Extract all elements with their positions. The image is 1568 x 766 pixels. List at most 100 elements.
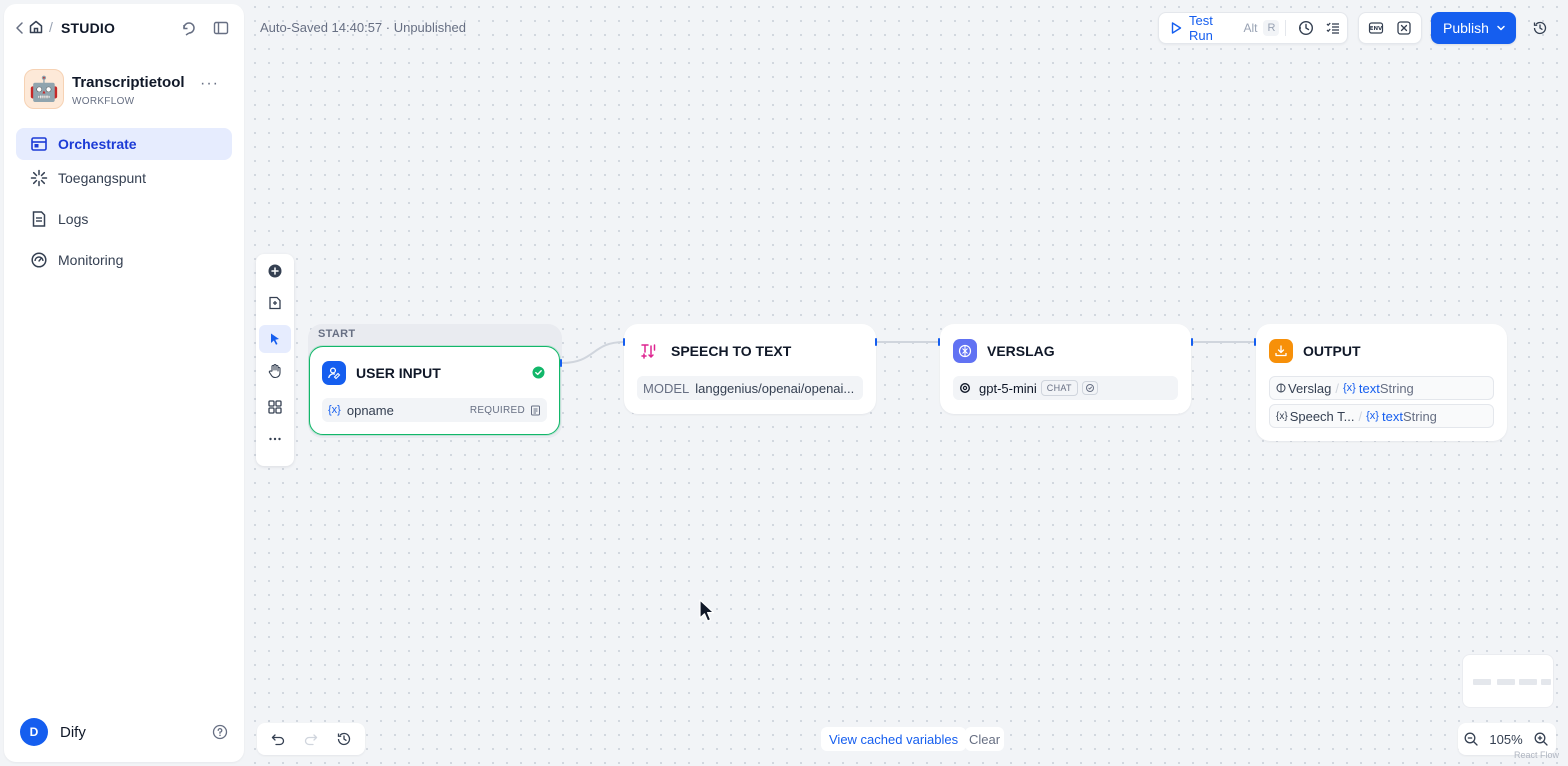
- model-label: MODEL: [643, 380, 690, 396]
- source-node-name: Verslag: [1288, 380, 1332, 396]
- start-group-label: START: [318, 328, 356, 340]
- input-handle[interactable]: [938, 338, 940, 346]
- app-type: WORKFLOW: [72, 96, 135, 107]
- user-input-node[interactable]: USER INPUT {x} opname REQUIRED: [309, 346, 560, 435]
- save-status: Auto-Saved 14:40:57 · Unpublished: [260, 20, 466, 35]
- node-title: OUTPUT: [1303, 343, 1361, 359]
- minimap-node: [1541, 679, 1551, 685]
- user-input-icon: [322, 361, 346, 385]
- shortcut-key: R: [1263, 20, 1280, 36]
- mode-tag: CHAT: [1040, 380, 1078, 396]
- variable-icon: {x}: [328, 404, 341, 416]
- output-handle[interactable]: [875, 338, 877, 346]
- edit-history-icon[interactable]: [328, 725, 361, 753]
- sidebar-item-logs[interactable]: Logs: [16, 203, 232, 235]
- variable-name: opname: [346, 402, 394, 418]
- llm-icon: [953, 339, 977, 363]
- document-icon: [531, 405, 540, 415]
- sidebar-item-monitoring[interactable]: Monitoring: [16, 244, 232, 276]
- breadcrumb-separator: /: [49, 19, 53, 35]
- input-variable-row[interactable]: {x} opname REQUIRED: [322, 398, 547, 422]
- node-title: VERSLAG: [987, 343, 1055, 359]
- required-label: REQUIRED: [469, 404, 525, 416]
- model-row: gpt-5-mini CHAT: [953, 376, 1178, 400]
- source-node-name: Speech T...: [1289, 408, 1355, 424]
- minimap-node: [1473, 679, 1491, 685]
- variable-icon: {x}: [1366, 410, 1379, 422]
- variables-toolbar: ENV: [1358, 12, 1422, 44]
- help-icon[interactable]: [212, 724, 228, 740]
- zoom-level[interactable]: 105%: [1484, 732, 1528, 747]
- shortcut-alt: Alt: [1243, 21, 1258, 35]
- input-handle[interactable]: [623, 338, 625, 346]
- minimap-node: [1497, 679, 1515, 685]
- user-account[interactable]: D Dify: [20, 717, 232, 747]
- sidebar-item-label: Toegangspunt: [58, 170, 146, 186]
- zoom-out-icon[interactable]: [1458, 725, 1484, 753]
- output-icon: [1269, 339, 1293, 363]
- node-title: USER INPUT: [356, 365, 441, 381]
- app-avatar: 🤖: [24, 69, 64, 109]
- sidebar-item-label: Monitoring: [58, 252, 124, 268]
- app-info[interactable]: 🤖 Transcriptietool WORKFLOW ···: [24, 69, 234, 113]
- more-icon[interactable]: [259, 425, 291, 453]
- monitoring-icon: [30, 251, 48, 269]
- redo-icon[interactable]: [294, 725, 327, 753]
- output-handle[interactable]: [1191, 338, 1193, 346]
- variable-name: text: [1358, 380, 1380, 396]
- node-header: OUTPUT: [1269, 339, 1361, 363]
- react-flow-attribution[interactable]: React Flow: [1514, 750, 1559, 760]
- hand-mode-icon[interactable]: [259, 357, 291, 385]
- conversation-variables-icon[interactable]: [1390, 14, 1418, 42]
- collapse-sidebar-icon[interactable]: [212, 19, 230, 37]
- sidebar-item-label: Orchestrate: [58, 136, 137, 152]
- minimap-node: [1519, 679, 1537, 685]
- publish-button[interactable]: Publish: [1431, 12, 1516, 44]
- env-variables-icon[interactable]: ENV: [1362, 14, 1390, 42]
- home-icon[interactable]: [28, 19, 44, 35]
- sidebar-item-toegangspunt[interactable]: Toegangspunt: [16, 162, 232, 194]
- variable-name: text: [1381, 408, 1403, 424]
- run-history-icon[interactable]: [1292, 14, 1319, 42]
- node-header: VERSLAG: [953, 339, 1055, 363]
- switch-app-icon[interactable]: [180, 19, 198, 37]
- canvas-toolbar: [256, 254, 294, 466]
- organize-layout-icon[interactable]: [259, 393, 291, 421]
- breadcrumb-studio[interactable]: STUDIO: [61, 20, 115, 36]
- publish-label: Publish: [1443, 20, 1489, 36]
- variable-icon: {x}: [1343, 382, 1356, 394]
- run-toolbar: Test Run Alt R: [1158, 12, 1348, 44]
- undo-icon[interactable]: [261, 725, 294, 753]
- node-header: USER INPUT: [322, 361, 441, 385]
- version-history-icon[interactable]: [1526, 15, 1554, 41]
- clear-cache-button[interactable]: Clear: [965, 727, 1005, 751]
- logs-icon: [30, 210, 48, 228]
- more-options-icon[interactable]: ···: [200, 75, 220, 95]
- sidebar-item-orchestrate[interactable]: Orchestrate: [16, 128, 232, 160]
- output-node[interactable]: OUTPUT Verslag / {x} text String {x} Spe…: [1256, 324, 1507, 441]
- verslag-llm-node[interactable]: VERSLAG gpt-5-mini CHAT: [940, 324, 1191, 414]
- app-name: Transcriptietool: [72, 74, 185, 91]
- zoom-in-icon[interactable]: [1528, 725, 1554, 753]
- pointer-mode-icon[interactable]: [259, 325, 291, 353]
- llm-icon: [1276, 383, 1286, 393]
- divider: [1285, 20, 1287, 36]
- add-node-icon[interactable]: [259, 257, 291, 285]
- checklist-icon[interactable]: [1320, 14, 1347, 42]
- speech-to-text-node[interactable]: SPEECH TO TEXT MODEL langgenius/openai/o…: [624, 324, 876, 414]
- chevron-down-icon: [1495, 22, 1507, 34]
- minimap[interactable]: [1462, 654, 1554, 708]
- back-chevron-icon[interactable]: [14, 21, 26, 35]
- output-handle[interactable]: [560, 359, 562, 367]
- model-name: gpt-5-mini: [979, 380, 1037, 396]
- model-value: langgenius/openai/openai...: [695, 380, 855, 396]
- access-point-icon: [30, 169, 48, 187]
- vision-icon: [1081, 381, 1098, 395]
- view-cached-variables-button[interactable]: View cached variables: [821, 727, 967, 751]
- add-note-icon[interactable]: [259, 289, 291, 317]
- play-icon: [1169, 21, 1183, 35]
- test-run-button[interactable]: Test Run Alt R: [1159, 13, 1280, 43]
- mouse-cursor-icon: [699, 599, 715, 622]
- input-handle[interactable]: [1254, 338, 1256, 346]
- speech-to-text-icon: {x}: [1276, 410, 1288, 422]
